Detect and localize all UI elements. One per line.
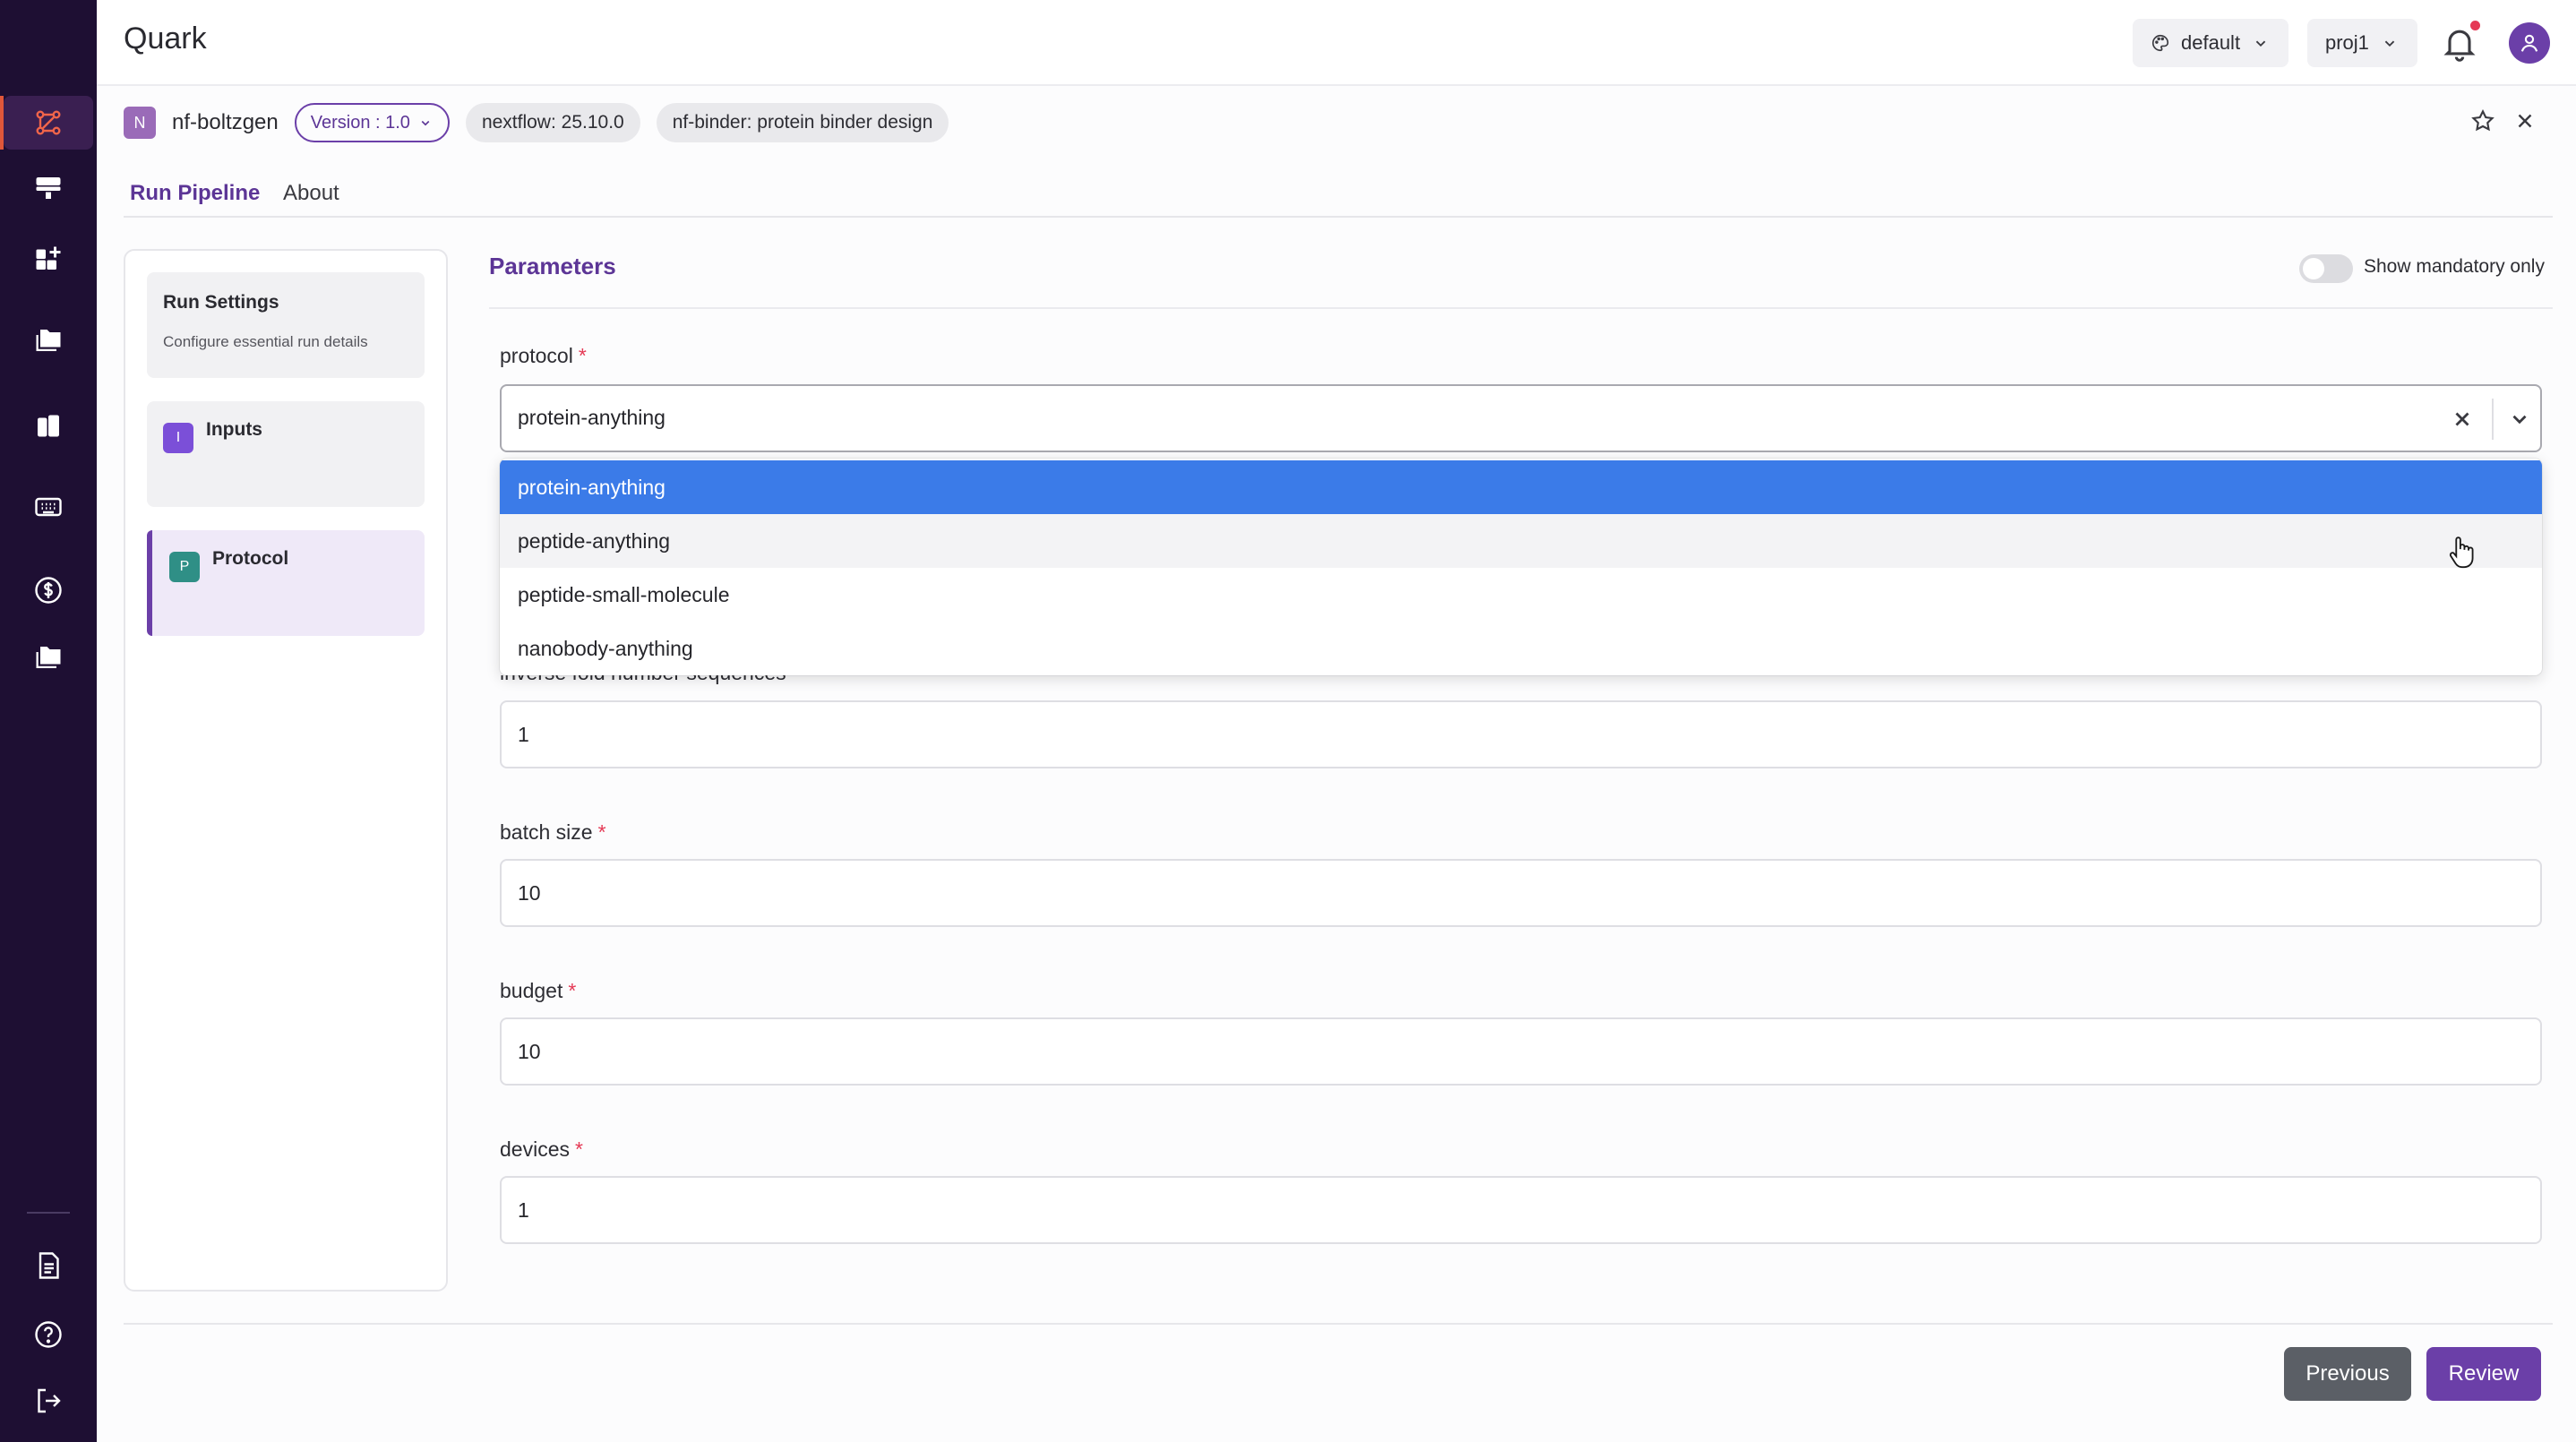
tabs-divider [124, 216, 2553, 218]
parameters-title: Parameters [489, 253, 616, 279]
pipeline-name: nf-boltzgen [172, 110, 279, 134]
sidebar [0, 0, 97, 1442]
close-icon[interactable] [2513, 109, 2537, 133]
document-icon [39, 1252, 59, 1279]
pipeline-header: N nf-boltzgen Version : 1.0 nextflow: 25… [124, 102, 965, 143]
batch-size-label-text: batch size [500, 820, 593, 844]
step-run-settings[interactable]: Run Settings Configure essential run det… [147, 272, 425, 378]
batch-size-input[interactable]: 10 [500, 859, 2542, 927]
step-subtitle: Configure essential run details [163, 333, 368, 350]
step-title: Inputs [206, 419, 262, 440]
book-icon [38, 415, 59, 437]
select-separator [2492, 399, 2494, 440]
option-peptide-small-molecule[interactable]: peptide-small-molecule [500, 568, 2542, 622]
project-selector[interactable]: proj1 [2307, 19, 2417, 67]
workflow-icon [36, 110, 61, 135]
user-icon [2520, 34, 2538, 52]
protocol-label: protocol * [500, 344, 587, 368]
apps-add-icon [36, 246, 61, 270]
help-icon [35, 1321, 62, 1348]
required-mark: * [568, 979, 577, 1002]
theme-selector[interactable]: default [2133, 19, 2289, 67]
keyboard-icon [35, 497, 62, 517]
steps-panel: Run Settings Configure essential run det… [124, 249, 448, 1292]
inputs-step-icon: I [163, 423, 193, 453]
parameters-divider [489, 307, 2553, 309]
project-label: proj1 [2325, 31, 2369, 54]
inverse-fold-input[interactable]: 1 [500, 700, 2542, 768]
option-protein-anything[interactable]: protein-anything [500, 460, 2542, 514]
step-protocol[interactable]: P Protocol [147, 530, 425, 636]
dollar-circle-icon [35, 577, 62, 604]
devices-label: devices * [500, 1137, 583, 1162]
option-nanobody-anything[interactable]: nanobody-anything [500, 622, 2542, 675]
nav-apps[interactable] [4, 232, 93, 286]
logout-icon [38, 1388, 61, 1413]
nav-docs[interactable] [4, 400, 93, 454]
protocol-select-value: protein-anything [518, 406, 665, 429]
protocol-step-icon: P [169, 552, 200, 582]
step-inputs[interactable]: I Inputs [147, 401, 425, 507]
option-peptide-anything[interactable]: peptide-anything [500, 514, 2542, 568]
protocol-select[interactable]: protein-anything [500, 384, 2542, 452]
notification-dot [2470, 21, 2480, 30]
tab-about[interactable]: About [283, 181, 339, 219]
hand-cursor-icon [2449, 536, 2474, 569]
step-title: Protocol [212, 548, 289, 569]
server-icon [36, 177, 61, 199]
star-icon[interactable] [2469, 107, 2496, 134]
nav-compute[interactable] [4, 161, 93, 215]
step-title: Run Settings [163, 292, 279, 313]
batch-size-label: batch size * [500, 820, 606, 845]
folders-icon [36, 330, 61, 351]
clear-icon[interactable] [2451, 408, 2474, 431]
nav-keyboard[interactable] [4, 480, 93, 534]
nav-documents[interactable] [4, 1239, 93, 1292]
devices-label-text: devices [500, 1137, 570, 1161]
folders-icon [36, 647, 61, 668]
required-mark: * [574, 1137, 583, 1161]
nav-help[interactable] [4, 1308, 93, 1361]
theme-label: default [2181, 31, 2241, 54]
protocol-label-text: protocol [500, 344, 573, 367]
tag-category: nf-binder: protein binder design [656, 103, 949, 142]
palette-icon [2152, 34, 2169, 52]
nav-pipelines[interactable] [0, 96, 93, 150]
mandatory-only-toggle[interactable] [2299, 254, 2353, 283]
chevron-down-icon [2384, 40, 2395, 47]
app-title: Quark [124, 21, 207, 56]
protocol-dropdown-menu: protein-anything peptide-anything peptid… [500, 459, 2542, 675]
version-selector[interactable]: Version : 1.0 [294, 103, 450, 142]
previous-button[interactable]: Previous [2284, 1347, 2411, 1401]
mandatory-only-label: Show mandatory only [2364, 256, 2545, 277]
chevron-down-icon[interactable] [2508, 408, 2531, 431]
nav-storage[interactable] [4, 631, 93, 684]
nav-billing[interactable] [4, 563, 93, 617]
tag-nextflow: nextflow: 25.10.0 [465, 103, 640, 142]
nav-logout[interactable] [4, 1374, 93, 1428]
review-button[interactable]: Review [2426, 1347, 2541, 1401]
nav-files[interactable] [4, 313, 93, 367]
devices-input[interactable]: 1 [500, 1176, 2542, 1244]
footer-divider [124, 1323, 2553, 1325]
budget-label-text: budget [500, 979, 563, 1002]
sidebar-divider [27, 1212, 70, 1214]
tab-run-pipeline[interactable]: Run Pipeline [130, 181, 260, 219]
pipeline-badge: N [124, 107, 156, 139]
avatar[interactable] [2509, 22, 2550, 64]
version-label: Version : 1.0 [310, 112, 410, 133]
required-mark: * [578, 344, 587, 367]
chevron-down-icon [2255, 40, 2266, 47]
required-mark: * [597, 820, 606, 844]
budget-input[interactable]: 10 [500, 1017, 2542, 1086]
budget-label: budget * [500, 979, 576, 1003]
chevron-down-icon [421, 120, 430, 126]
